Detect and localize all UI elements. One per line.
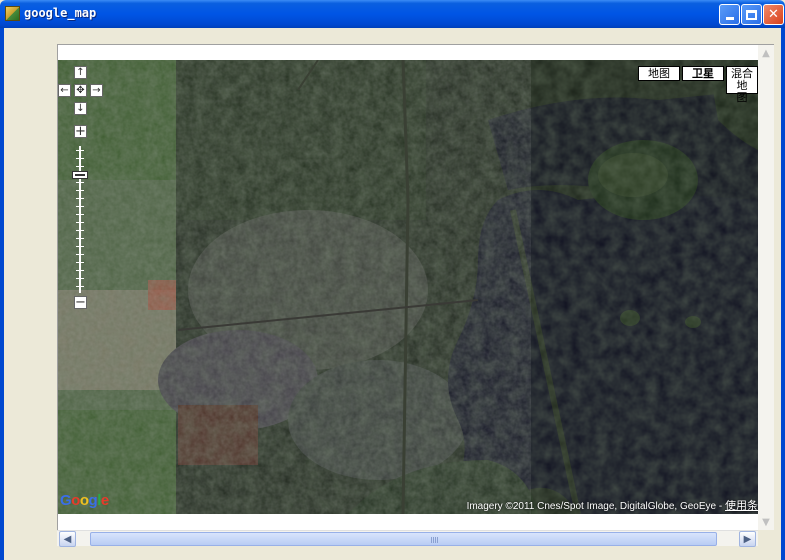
google-logo-letter: e xyxy=(100,492,109,509)
pan-right-button[interactable]: → xyxy=(90,84,103,97)
horizontal-scrollbar[interactable]: ◀ ▶ xyxy=(57,530,758,547)
google-logo[interactable]: Google xyxy=(60,492,109,509)
satellite-imagery xyxy=(58,60,758,514)
zoom-slider-handle[interactable] xyxy=(72,171,88,180)
arrow-right-icon: ▶ xyxy=(743,533,752,545)
attribution-text: Imagery ©2011 Cnes/Spot Image, DigitalGl… xyxy=(466,501,725,512)
pan-up-button[interactable]: ↑ xyxy=(74,66,87,79)
window-frame-right xyxy=(781,28,785,560)
zoom-tick xyxy=(76,246,84,247)
zoom-tick xyxy=(76,158,84,159)
zoom-tick xyxy=(76,238,84,239)
map-type-hybrid-button[interactable]: 混合地 图 xyxy=(726,66,758,104)
arrow-left-icon: ← xyxy=(60,85,69,96)
arrow-left-icon: ◀ xyxy=(63,533,72,545)
map-app-icon xyxy=(5,6,20,21)
window-frame-left xyxy=(0,28,4,560)
pan-center-button[interactable]: ✥ xyxy=(74,84,87,97)
scroll-up-button[interactable]: ▲ xyxy=(758,45,774,61)
map-type-road-button[interactable]: 地图 xyxy=(638,66,680,81)
minus-icon: − xyxy=(75,295,86,310)
zoom-tick xyxy=(76,254,84,255)
zoom-tick xyxy=(76,190,84,191)
maximize-button[interactable] xyxy=(741,4,762,25)
satellite-map[interactable]: 地图 卫星 混合地 图 ↑ ← ✥ → ↓ + − Google Imagery… xyxy=(58,60,758,514)
hybrid-label-line1: 混合地 xyxy=(731,67,753,92)
close-icon: ✕ xyxy=(768,7,779,22)
hybrid-label-line2: 图 xyxy=(736,91,748,104)
plus-icon: + xyxy=(75,124,86,139)
pan-left-button[interactable]: ← xyxy=(58,84,71,97)
zoom-tick xyxy=(76,150,84,151)
arrow-down-icon: ▼ xyxy=(762,516,770,528)
scroll-down-button[interactable]: ▼ xyxy=(758,514,774,530)
zoom-tick xyxy=(76,286,84,287)
minimize-button[interactable] xyxy=(719,4,740,25)
arrow-up-icon: ▲ xyxy=(762,47,770,59)
pan-center-icon: ✥ xyxy=(76,85,85,96)
google-logo-letters: Google xyxy=(60,492,109,509)
zoom-tick xyxy=(76,198,84,199)
google-logo-letter: o xyxy=(71,492,80,509)
arrow-up-icon: ↑ xyxy=(76,67,85,78)
close-button[interactable]: ✕ xyxy=(763,4,784,25)
zoom-tick xyxy=(76,230,84,231)
zoom-tick xyxy=(76,166,84,167)
pan-down-button[interactable]: ↓ xyxy=(74,102,87,115)
terms-of-use-link[interactable]: 使用条 xyxy=(725,500,758,512)
scroll-right-button[interactable]: ▶ xyxy=(739,531,756,547)
zoom-tick xyxy=(76,278,84,279)
arrow-right-icon: → xyxy=(92,85,101,96)
title-bar[interactable]: google_map ✕ xyxy=(0,0,785,28)
zoom-slider-track[interactable] xyxy=(76,146,84,293)
scroll-grip-icon xyxy=(431,537,439,543)
maximize-icon xyxy=(746,9,757,20)
window-title: google_map xyxy=(24,6,97,20)
zoom-tick xyxy=(76,222,84,223)
zoom-out-button[interactable]: − xyxy=(74,295,87,310)
zoom-tick xyxy=(76,270,84,271)
map-type-satellite-button[interactable]: 卫星 xyxy=(682,66,724,81)
zoom-tick xyxy=(76,214,84,215)
zoom-tick xyxy=(76,262,84,263)
zoom-tick xyxy=(76,206,84,207)
zoom-in-button[interactable]: + xyxy=(74,124,87,139)
google-logo-letter: g xyxy=(88,492,98,509)
map-attribution: Imagery ©2011 Cnes/Spot Image, DigitalGl… xyxy=(467,497,758,513)
vertical-scrollbar[interactable]: ▲ ▼ xyxy=(758,45,774,530)
scrollbar-corner xyxy=(758,530,774,546)
google-logo-letter: G xyxy=(60,492,72,509)
arrow-down-icon: ↓ xyxy=(76,103,85,114)
minimize-icon xyxy=(725,17,734,20)
zoom-tick xyxy=(76,182,84,183)
scroll-left-button[interactable]: ◀ xyxy=(59,531,76,547)
horizontal-scroll-thumb[interactable] xyxy=(90,532,717,546)
google-logo-letter: o xyxy=(79,492,89,509)
